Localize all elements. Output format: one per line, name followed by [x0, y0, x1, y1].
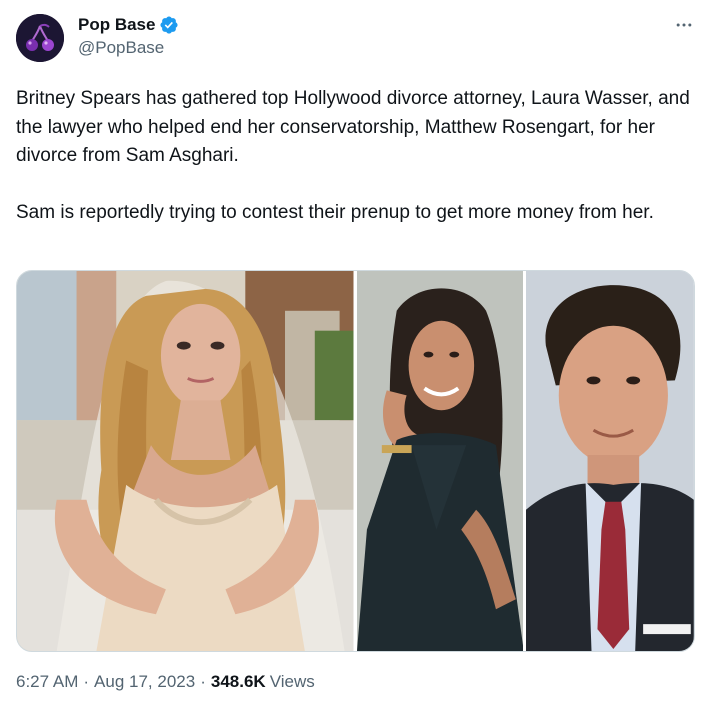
more-horizontal-icon[interactable] — [673, 15, 695, 33]
photo-image — [356, 271, 524, 651]
tweet-paragraph: Sam is reportedly trying to contest thei… — [16, 202, 654, 223]
avatar[interactable] — [16, 14, 64, 62]
verified-badge-icon — [159, 15, 179, 35]
tweet-text: Britney Spears has gathered top Hollywoo… — [16, 85, 696, 228]
photo-laura-wasser[interactable] — [356, 271, 524, 651]
tweet-paragraph: Britney Spears has gathered top Hollywoo… — [16, 88, 690, 166]
cherry-icon — [16, 14, 64, 62]
views-count: 348.6K — [210, 672, 266, 691]
author-handle[interactable]: @PopBase — [78, 38, 164, 58]
tweet-time[interactable]: 6:27 AM — [16, 672, 78, 692]
meta-separator: · — [83, 672, 90, 691]
photo-image — [17, 271, 354, 651]
photo-image — [526, 271, 694, 651]
author-name-row[interactable]: Pop Base — [78, 14, 179, 36]
photo-britney[interactable] — [17, 271, 354, 651]
photo-matthew-rosengart[interactable] — [526, 271, 694, 651]
display-name[interactable]: Pop Base — [78, 15, 155, 35]
views-label: Views — [269, 672, 315, 691]
tweet: Pop Base @PopBase Britney Spears has gat… — [0, 0, 715, 704]
meta-separator: · — [200, 672, 206, 691]
tweet-meta: 6:27 AM · Aug 17, 2023 · 348.6K Views — [16, 672, 315, 692]
tweet-date[interactable]: Aug 17, 2023 — [94, 672, 195, 692]
media-grid — [16, 270, 695, 652]
